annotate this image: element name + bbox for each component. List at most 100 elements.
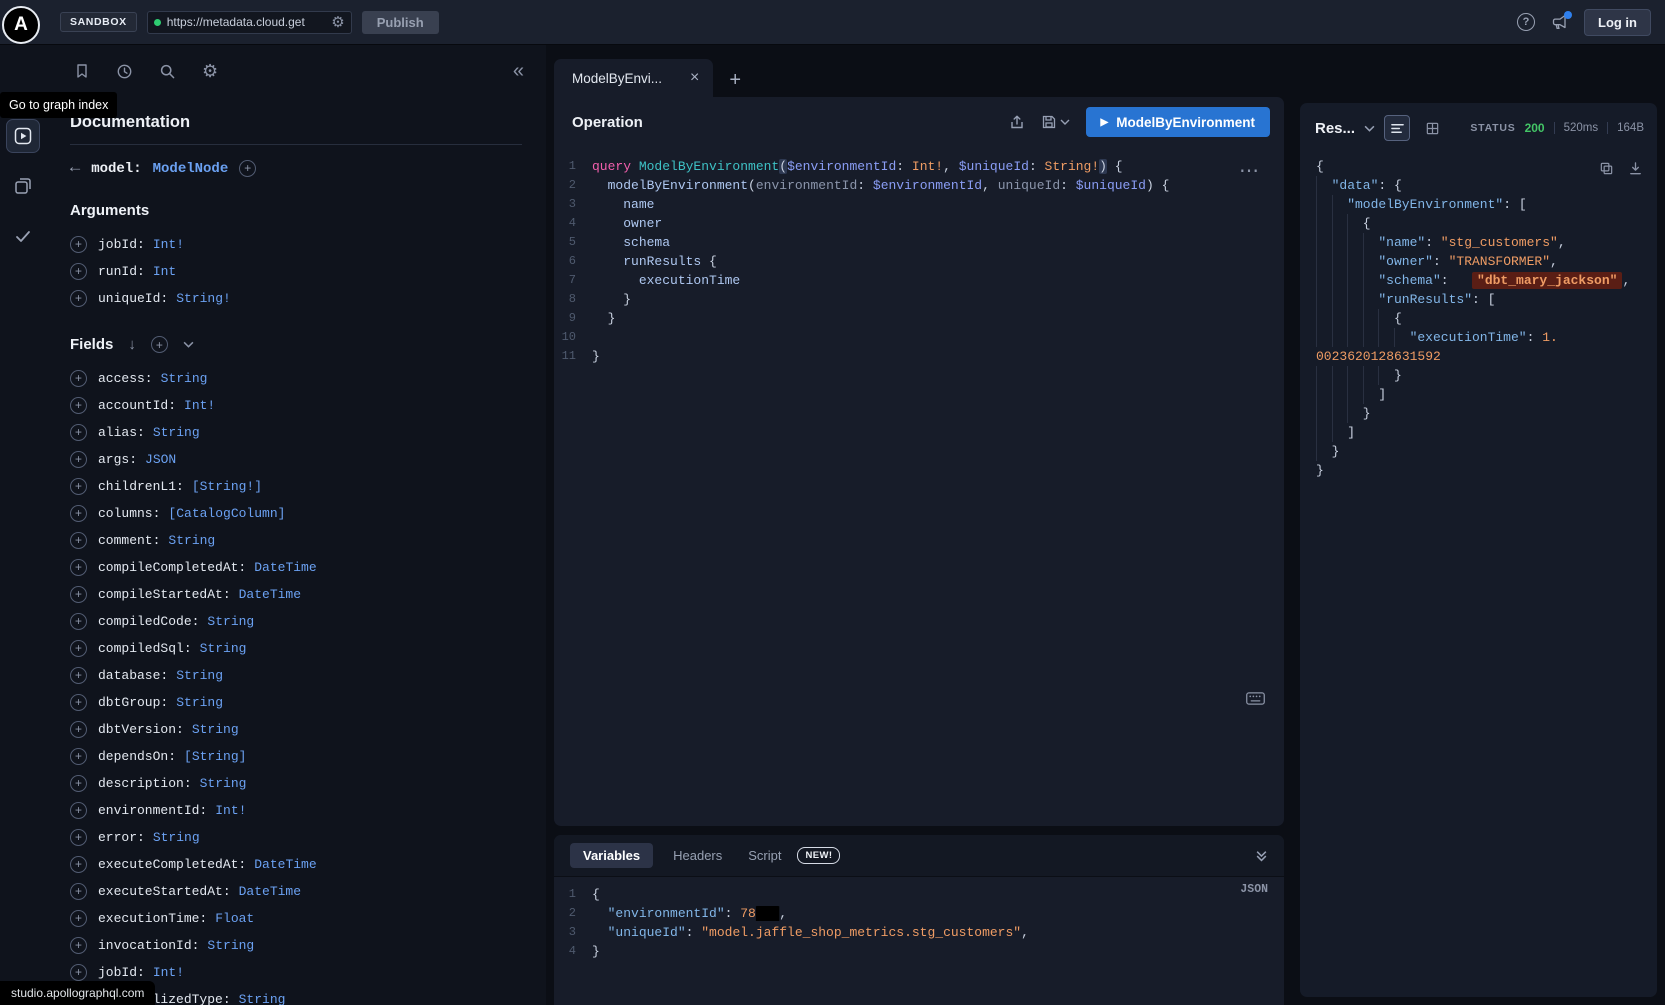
collapse-variables-icon[interactable] bbox=[1255, 849, 1268, 862]
add-argument-icon[interactable]: + bbox=[70, 263, 87, 280]
field-type[interactable]: String bbox=[161, 371, 208, 386]
add-field-icon[interactable]: + bbox=[70, 802, 87, 819]
field-type[interactable]: String bbox=[176, 695, 223, 710]
help-icon[interactable]: ? bbox=[1517, 13, 1535, 31]
history-icon[interactable] bbox=[116, 63, 133, 80]
field-type[interactable]: DateTime bbox=[239, 587, 301, 602]
tab-script[interactable]: Script bbox=[742, 843, 783, 868]
add-field-icon[interactable]: + bbox=[70, 640, 87, 657]
add-to-query-icon[interactable]: + bbox=[239, 160, 256, 177]
add-field-icon[interactable]: + bbox=[70, 694, 87, 711]
field-type[interactable]: String bbox=[153, 425, 200, 440]
add-field-icon[interactable]: + bbox=[70, 748, 87, 765]
code-line[interactable]: 11} bbox=[554, 347, 1284, 366]
field-type[interactable]: String bbox=[176, 668, 223, 683]
field-type[interactable]: String bbox=[168, 533, 215, 548]
back-icon[interactable]: ← bbox=[70, 159, 80, 178]
share-icon[interactable] bbox=[1009, 114, 1025, 130]
rail-item-explorer[interactable] bbox=[6, 119, 40, 153]
add-field-icon[interactable]: + bbox=[70, 856, 87, 873]
endpoint-input[interactable]: https://metadata.cloud.get ⚙ bbox=[147, 11, 352, 34]
code-line[interactable]: { bbox=[1316, 214, 1643, 233]
field-type[interactable]: JSON bbox=[145, 452, 176, 467]
copy-icon[interactable] bbox=[1599, 161, 1614, 176]
close-tab-icon[interactable]: × bbox=[690, 70, 699, 86]
format-view-button[interactable] bbox=[1384, 115, 1410, 141]
code-line[interactable]: "runResults": [ bbox=[1316, 290, 1643, 309]
search-icon[interactable] bbox=[159, 63, 176, 80]
rail-item-collections[interactable] bbox=[6, 169, 40, 203]
add-field-icon[interactable]: + bbox=[70, 451, 87, 468]
variables-editor[interactable]: 1{2 "environmentId": 78███,3 "uniqueId":… bbox=[554, 885, 1284, 961]
run-button[interactable]: ▶ ModelByEnvironment bbox=[1086, 107, 1270, 137]
code-line[interactable]: "name": "stg_customers", bbox=[1316, 233, 1643, 252]
tab-headers[interactable]: Headers bbox=[667, 843, 728, 868]
code-line[interactable]: 3 "uniqueId": "model.jaffle_shop_metrics… bbox=[554, 923, 1284, 942]
add-argument-icon[interactable]: + bbox=[70, 290, 87, 307]
add-all-fields-icon[interactable]: + bbox=[151, 336, 168, 353]
add-field-icon[interactable]: + bbox=[70, 586, 87, 603]
add-field-icon[interactable]: + bbox=[70, 532, 87, 549]
add-field-icon[interactable]: + bbox=[70, 667, 87, 684]
field-type[interactable]: Int! bbox=[215, 803, 246, 818]
code-line[interactable]: 7 executionTime bbox=[554, 271, 1284, 290]
field-type[interactable]: DateTime bbox=[254, 857, 316, 872]
code-line[interactable]: 2 modelByEnvironment(environmentId: $env… bbox=[554, 176, 1284, 195]
code-line[interactable]: 3 name bbox=[554, 195, 1284, 214]
keyboard-shortcuts-icon[interactable] bbox=[1246, 692, 1265, 705]
code-line[interactable]: "executionTime": 1. bbox=[1316, 328, 1643, 347]
code-line[interactable]: { bbox=[1316, 309, 1643, 328]
new-tab-icon[interactable]: + bbox=[729, 70, 741, 90]
field-type[interactable]: String bbox=[239, 992, 286, 1005]
argument-type[interactable]: Int! bbox=[153, 237, 184, 252]
tab-variables[interactable]: Variables bbox=[570, 843, 653, 868]
code-line[interactable]: 1{ bbox=[554, 885, 1284, 904]
field-type[interactable]: String bbox=[207, 938, 254, 953]
field-type[interactable]: String bbox=[207, 614, 254, 629]
argument-type[interactable]: String! bbox=[176, 291, 231, 306]
code-line[interactable]: { bbox=[1316, 157, 1643, 176]
add-field-icon[interactable]: + bbox=[70, 613, 87, 630]
add-field-icon[interactable]: + bbox=[70, 505, 87, 522]
add-field-icon[interactable]: + bbox=[70, 964, 87, 981]
field-type[interactable]: String bbox=[153, 830, 200, 845]
code-line[interactable]: "schema": "dbt_mary_jackson", bbox=[1316, 271, 1643, 290]
bookmark-icon[interactable] bbox=[74, 63, 90, 79]
add-field-icon[interactable]: + bbox=[70, 478, 87, 495]
field-type[interactable]: String bbox=[200, 776, 247, 791]
code-line[interactable]: 0023620128631592 bbox=[1316, 347, 1643, 366]
add-argument-icon[interactable]: + bbox=[70, 236, 87, 253]
field-type[interactable]: Int! bbox=[184, 398, 215, 413]
code-line[interactable]: ] bbox=[1316, 385, 1643, 404]
download-icon[interactable] bbox=[1628, 161, 1643, 176]
tab-operation[interactable]: ModelByEnvi... × bbox=[554, 59, 713, 97]
sort-icon[interactable]: ↓ bbox=[128, 336, 136, 353]
add-field-icon[interactable]: + bbox=[70, 829, 87, 846]
code-line[interactable]: } bbox=[1316, 404, 1643, 423]
code-line[interactable]: 1query ModelByEnvironment($environmentId… bbox=[554, 157, 1284, 176]
chevron-down-icon[interactable] bbox=[183, 341, 194, 348]
apollo-logo[interactable]: A bbox=[2, 6, 40, 44]
add-field-icon[interactable]: + bbox=[70, 559, 87, 576]
code-line[interactable]: } bbox=[1316, 461, 1643, 480]
add-field-icon[interactable]: + bbox=[70, 910, 87, 927]
add-field-icon[interactable]: + bbox=[70, 721, 87, 738]
code-line[interactable]: ] bbox=[1316, 423, 1643, 442]
table-view-button[interactable] bbox=[1419, 115, 1445, 141]
code-line[interactable]: } bbox=[1316, 366, 1643, 385]
code-line[interactable]: 4} bbox=[554, 942, 1284, 961]
field-type[interactable]: Float bbox=[215, 911, 254, 926]
field-type[interactable]: Int! bbox=[153, 965, 184, 980]
login-button[interactable]: Log in bbox=[1584, 9, 1651, 36]
add-field-icon[interactable]: + bbox=[70, 775, 87, 792]
announcements-icon[interactable] bbox=[1551, 14, 1568, 30]
collapse-panel-icon[interactable]: « bbox=[513, 61, 524, 81]
publish-button[interactable]: Publish bbox=[362, 11, 439, 34]
code-line[interactable]: 9 } bbox=[554, 309, 1284, 328]
field-type[interactable]: [String!] bbox=[192, 479, 262, 494]
field-type[interactable]: String bbox=[192, 722, 239, 737]
code-line[interactable]: "owner": "TRANSFORMER", bbox=[1316, 252, 1643, 271]
response-viewer[interactable]: {"data": {"modelByEnvironment": [{"name"… bbox=[1316, 157, 1643, 480]
add-field-icon[interactable]: + bbox=[70, 883, 87, 900]
add-field-icon[interactable]: + bbox=[70, 937, 87, 954]
